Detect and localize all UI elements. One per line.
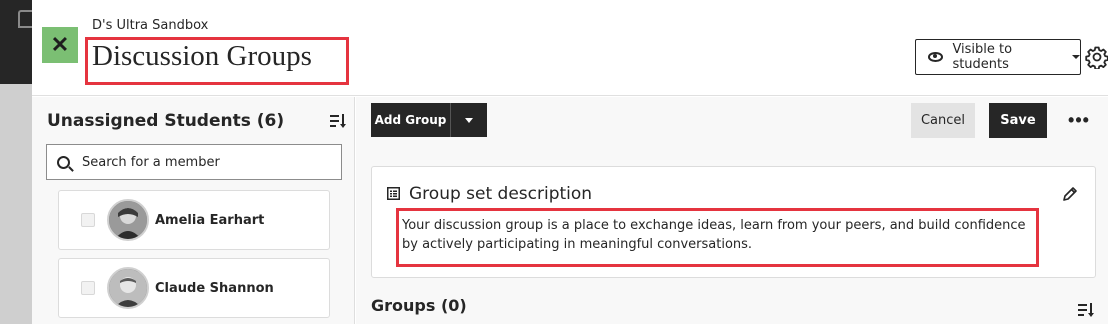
panel-header: D's Ultra Sandbox Discussion Groups Visi…	[32, 0, 1108, 96]
gear-icon[interactable]	[1085, 45, 1108, 69]
close-icon: ✕	[50, 32, 70, 57]
student-checkbox[interactable]	[81, 281, 95, 295]
groups-title: Groups (0)	[371, 296, 467, 315]
eye-icon	[928, 52, 944, 62]
sort-icon[interactable]	[1078, 302, 1094, 320]
cancel-button[interactable]: Cancel	[911, 103, 975, 138]
group-set-description-card: Group set description Your discussion gr…	[371, 166, 1096, 278]
unassigned-students-title: Unassigned Students (6)	[47, 111, 285, 131]
student-card[interactable]: Amelia Earhart	[58, 190, 330, 250]
search-icon	[57, 155, 70, 169]
visibility-label: Visible to students	[952, 42, 1013, 72]
discussion-groups-panel: ✕ D's Ultra Sandbox Discussion Groups Vi…	[32, 0, 1108, 324]
description-icon	[387, 187, 400, 200]
student-checkbox[interactable]	[81, 213, 95, 227]
student-card[interactable]: Claude Shannon	[58, 258, 330, 318]
chevron-down-icon	[1072, 55, 1080, 59]
background-app-strip	[0, 0, 32, 324]
student-name: Claude Shannon	[155, 280, 274, 296]
page-title: Discussion Groups	[92, 40, 312, 72]
save-button[interactable]: Save	[989, 103, 1047, 138]
description-text: Your discussion group is a place to exch…	[402, 218, 1026, 252]
unassigned-students-column: Unassigned Students (6) Amelia Earh	[32, 97, 355, 324]
more-options-icon[interactable]: •••	[1066, 107, 1092, 133]
home-icon	[18, 10, 32, 28]
pencil-icon[interactable]	[1062, 186, 1078, 202]
groups-column: Add Group Cancel Save ••• Group set desc…	[356, 97, 1108, 324]
visibility-dropdown[interactable]: Visible to students	[915, 39, 1081, 75]
student-name: Amelia Earhart	[155, 212, 265, 228]
course-name: D's Ultra Sandbox	[92, 18, 209, 33]
search-input[interactable]	[82, 154, 322, 170]
member-search[interactable]	[46, 144, 342, 180]
caret-down-icon	[465, 117, 473, 123]
add-group-dropdown[interactable]	[451, 103, 487, 137]
sort-icon[interactable]	[330, 113, 346, 129]
description-title: Group set description	[409, 184, 593, 204]
avatar	[107, 267, 149, 309]
close-button[interactable]: ✕	[42, 27, 78, 63]
add-group-button[interactable]: Add Group	[371, 103, 451, 137]
avatar	[107, 199, 149, 241]
add-group-split-button: Add Group	[371, 103, 487, 137]
